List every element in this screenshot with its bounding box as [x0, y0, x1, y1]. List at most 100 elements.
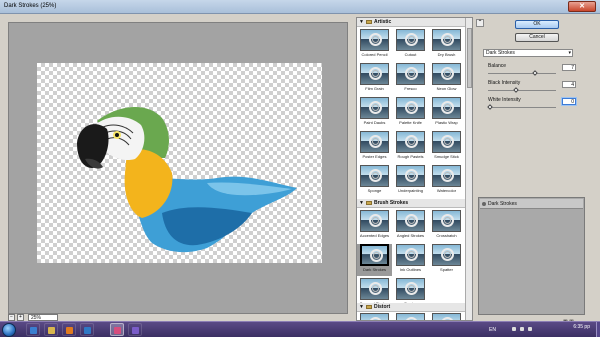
- folder-label: Distort: [374, 304, 391, 310]
- filter-label: Sponge: [367, 188, 382, 193]
- filter-label: Dark Strokes: [362, 267, 387, 272]
- zoom-bar: − + 25%: [8, 314, 348, 321]
- filter-thumb-colored-pencil[interactable]: Colored Pencil: [357, 29, 392, 61]
- filter-thumb-plastic-wrap[interactable]: Plastic Wrap: [429, 97, 464, 129]
- filter-thumb-film-grain[interactable]: Film Grain: [357, 63, 392, 95]
- chevron-down-icon: ▼: [359, 19, 364, 25]
- taskbar-photoshop[interactable]: [80, 323, 94, 336]
- filter-preview-image: [360, 63, 389, 85]
- slider-track[interactable]: [488, 70, 556, 76]
- folder-distort[interactable]: ▼ Distort: [357, 303, 466, 312]
- filter-label: Fresco: [404, 86, 417, 91]
- filter-label: Plastic Wrap: [435, 120, 458, 125]
- zoom-in-button[interactable]: +: [17, 314, 24, 321]
- filter-preview-image: [360, 278, 389, 300]
- filter-preview-image: [360, 244, 389, 266]
- network-icon[interactable]: [520, 327, 524, 331]
- filter-thumb-spatter[interactable]: Spatter: [429, 244, 464, 276]
- folder-icon: [366, 201, 372, 205]
- filter-preview-image: [396, 29, 425, 51]
- filter-thumb-underpainting[interactable]: Underpainting: [393, 165, 428, 197]
- filter-thumb-dry-brush[interactable]: Dry Brush: [429, 29, 464, 61]
- start-button[interactable]: [2, 323, 16, 337]
- filter-preview-image: [396, 278, 425, 300]
- folder-label: Artistic: [374, 19, 392, 25]
- slider-track[interactable]: [487, 104, 556, 110]
- slider-knob[interactable]: [512, 87, 519, 93]
- filter-preview-image: [396, 210, 425, 232]
- taskbar-paint[interactable]: [110, 323, 124, 336]
- filter-thumb-rough-pastels[interactable]: Rough Pastels: [393, 131, 428, 163]
- effect-layer-name: Dark Strokes: [488, 201, 517, 207]
- slider-value-black-intensity[interactable]: 4: [562, 81, 576, 88]
- zoom-out-button[interactable]: −: [8, 314, 15, 321]
- language-indicator[interactable]: EN: [489, 327, 496, 333]
- scrollbar-thumb[interactable]: [467, 28, 472, 88]
- filter-thumb-poster-edges[interactable]: Poster Edges: [357, 131, 392, 163]
- effect-layer-row[interactable]: Dark Strokes: [480, 199, 583, 209]
- folder-artistic[interactable]: ▼ Artistic: [357, 18, 466, 27]
- ok-button[interactable]: OK: [515, 20, 559, 29]
- filter-thumb-angled-strokes[interactable]: Angled Strokes: [393, 210, 428, 242]
- cancel-button[interactable]: Cancel: [515, 33, 559, 42]
- filter-preview-image: [432, 165, 461, 187]
- chevron-down-icon: ▼: [359, 304, 364, 310]
- preview-area[interactable]: [8, 22, 348, 314]
- clock[interactable]: 6:35 pp: [573, 324, 590, 330]
- filter-preview-image: [360, 97, 389, 119]
- filter-label: Neon Glow: [436, 86, 457, 91]
- filter-gallery-dialog: − + 25% ▼ Artistic Colored Pencil Cutout D…: [0, 14, 600, 325]
- filter-thumb-palette-knife[interactable]: Palette Knife: [393, 97, 428, 129]
- filter-thumb-neon-glow[interactable]: Neon Glow: [429, 63, 464, 95]
- show-desktop-button[interactable]: [596, 322, 600, 337]
- slider-knob[interactable]: [531, 70, 538, 76]
- folder-brush-strokes[interactable]: ▼ Brush Strokes: [357, 199, 466, 208]
- filter-thumb-paint-daubs[interactable]: Paint Daubs: [357, 97, 392, 129]
- filter-thumb-dark-strokes[interactable]: Dark Strokes: [357, 244, 392, 276]
- filter-thumb-cutout[interactable]: Cutout: [393, 29, 428, 61]
- filter-thumb-distort[interactable]: [429, 313, 464, 320]
- eye-icon[interactable]: [482, 202, 486, 206]
- gallery-scrollbar[interactable]: [465, 18, 472, 320]
- slider-value-white-intensity[interactable]: 0: [562, 98, 576, 105]
- filter-label: Angled Strokes: [396, 233, 425, 238]
- filter-thumb-distort[interactable]: [357, 313, 392, 320]
- taskbar-app[interactable]: [128, 323, 142, 336]
- filter-label: Cutout: [404, 52, 417, 57]
- tray-icon[interactable]: [512, 327, 516, 331]
- filter-thumb-sponge[interactable]: Sponge: [357, 165, 392, 197]
- filter-thumb-crosshatch[interactable]: Crosshatch: [429, 210, 464, 242]
- filter-label: Smudge Stick: [434, 154, 459, 159]
- taskbar-ie[interactable]: [26, 323, 40, 336]
- filter-label: Film Grain: [365, 86, 384, 91]
- settings-panel: OK Cancel Dark Strokes ▾ Balance 7 Black I…: [478, 17, 600, 325]
- taskbar-media[interactable]: [62, 323, 76, 336]
- filter-label: Colored Pencil: [361, 52, 388, 57]
- folder-label: Brush Strokes: [374, 200, 409, 206]
- folder-icon: [366, 305, 372, 309]
- filter-thumb-watercolor[interactable]: Watercolor: [429, 165, 464, 197]
- filter-thumb-distort[interactable]: [393, 313, 428, 320]
- filter-label: Palette Knife: [399, 120, 422, 125]
- filter-preview-image: [396, 165, 425, 187]
- slider-value-balance[interactable]: 7: [562, 64, 576, 71]
- slider-track[interactable]: [488, 87, 556, 93]
- filter-preview-image: [360, 131, 389, 153]
- slider-knob[interactable]: [487, 104, 493, 110]
- filter-thumb-ink-outlines[interactable]: Ink Outlines: [393, 244, 428, 276]
- zoom-level-select[interactable]: 25%: [28, 314, 58, 321]
- filter-thumb-accented-edges[interactable]: Accented Edges: [357, 210, 392, 242]
- taskbar-explorer[interactable]: [44, 323, 58, 336]
- filter-label: Paint Daubs: [363, 120, 386, 125]
- effect-layers-panel: Dark Strokes: [478, 197, 585, 315]
- filter-thumb-smudge-stick[interactable]: Smudge Stick: [429, 131, 464, 163]
- media-player-icon: [66, 327, 73, 334]
- slider-label-white-intensity: White Intensity: [488, 97, 521, 103]
- filter-label: Rough Pastels: [397, 154, 424, 159]
- volume-icon[interactable]: [528, 327, 532, 331]
- filter-thumb-fresco[interactable]: Fresco: [393, 63, 428, 95]
- close-button[interactable]: ✕: [568, 1, 596, 12]
- filter-gallery-list[interactable]: ▼ Artistic Colored Pencil Cutout Dry Brush…: [356, 17, 473, 321]
- folder-icon: [366, 20, 372, 24]
- filter-select[interactable]: Dark Strokes ▾: [483, 49, 573, 57]
